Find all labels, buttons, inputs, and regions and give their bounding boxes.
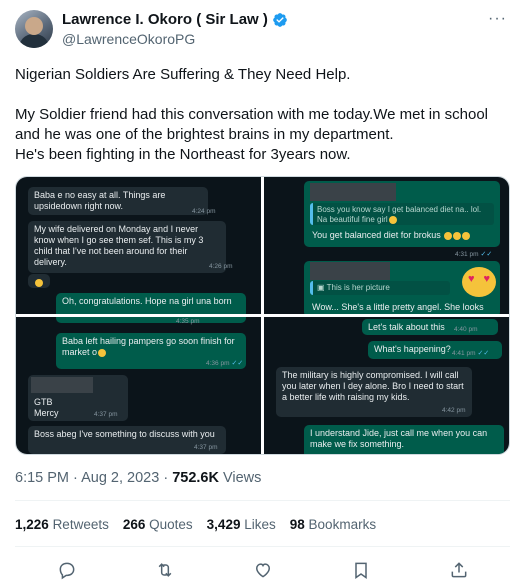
- chat-message-text: Oh, congratulations. Hope na girl una bo…: [62, 296, 232, 306]
- chat-message-text: Let's talk about this: [368, 322, 445, 332]
- tweet-line-3: He's been fighting in the Northeast for …: [15, 146, 351, 163]
- divider: [15, 500, 510, 501]
- author-handle[interactable]: @LawrenceOkoroPG: [62, 31, 195, 47]
- chat-message-text: My wife delivered on Monday and I never …: [34, 224, 204, 267]
- retweets-stat[interactable]: 1,226 Retweets: [15, 517, 109, 532]
- tweet-actions: [15, 558, 510, 582]
- chat-time: 4:24 pm: [192, 208, 216, 215]
- chat-time: 4:40 pm: [454, 326, 478, 333]
- heart-eyes-emoji-icon: [462, 267, 496, 297]
- quotes-label: Quotes: [149, 517, 193, 532]
- chat-message-outgoing: Oh, congratulations. Hope na girl una bo…: [56, 293, 246, 314]
- bookmark-icon[interactable]: [349, 558, 373, 582]
- chat-screenshot-3[interactable]: 4:35 pm Baba left hailing pampers go soo…: [16, 317, 261, 454]
- quotes-count: 266: [122, 517, 146, 532]
- chat-time: 4:41 pm ✓✓: [452, 349, 489, 357]
- verified-badge-icon: [273, 12, 287, 27]
- chat-message-text: Baba e no easy at all. Things are upside…: [34, 190, 166, 211]
- chat-time-text: 4:31 pm: [455, 251, 479, 258]
- tweet-timestamp: 6:15 PM · Aug 2, 2023 · 752.6K Views: [15, 470, 261, 486]
- chat-message-text: You get balanced diet for brokus: [312, 230, 441, 240]
- chat-message: Baba e no easy at all. Things are upside…: [28, 187, 208, 215]
- chat-time-text: 4:36 pm: [206, 360, 230, 367]
- chat-message-outgoing: [56, 317, 246, 323]
- chat-message-text: The military is highly compromised. I wi…: [282, 370, 464, 402]
- redacted-name: [310, 183, 396, 201]
- read-ticks-icon: ✓✓: [480, 251, 493, 258]
- quoted-message: Boss you know say I get balanced diet na…: [310, 203, 494, 225]
- redacted-name: [310, 262, 390, 280]
- retweet-icon[interactable]: [153, 558, 177, 582]
- chat-message-text: Wow... She's a little pretty angel. She …: [312, 302, 484, 312]
- chat-time: 4:37 pm: [194, 444, 218, 451]
- emoji-icon: [35, 278, 43, 287]
- chat-message: My wife delivered on Monday and I never …: [28, 221, 226, 273]
- retweets-label: Retweets: [52, 517, 109, 532]
- chat-message-text-row: You get balanced diet for brokus: [312, 230, 471, 240]
- quoted-text: This is her picture: [326, 283, 390, 292]
- emoji-icon: [444, 231, 453, 240]
- tweet-datetime[interactable]: 6:15 PM · Aug 2, 2023 ·: [15, 470, 172, 486]
- bookmarks-count: 98: [289, 517, 305, 532]
- chat-message-text: I understand Jide, just call me when you…: [310, 428, 488, 449]
- likes-stat[interactable]: 3,429 Likes: [207, 517, 276, 532]
- emoji-icon: [98, 348, 107, 357]
- more-horizontal-icon[interactable]: ···: [488, 10, 507, 28]
- account-name: Mercy: [34, 408, 59, 418]
- reply-icon[interactable]: [55, 558, 79, 582]
- retweets-count: 1,226: [15, 517, 49, 532]
- image-icon: ▣: [317, 283, 327, 292]
- chat-message-text: Baba left hailing pampers go soon finish…: [62, 336, 235, 357]
- chat-time: 4:37 pm: [94, 411, 118, 418]
- author-name-row: Lawrence I. Okoro ( Sir Law ): [62, 11, 288, 28]
- chat-screenshot-2[interactable]: Boss you know say I get balanced diet na…: [264, 177, 509, 314]
- chat-time: 4:35 pm: [176, 318, 200, 325]
- chat-time: 4:36 pm ✓✓: [206, 359, 243, 367]
- tweet-header: Lawrence I. Okoro ( Sir Law ) @LawrenceO…: [15, 10, 510, 50]
- chat-message-outgoing: Let's talk about this: [362, 319, 498, 335]
- likes-count: 3,429: [206, 517, 241, 532]
- redacted-account-number: [31, 377, 93, 393]
- views-count: 752.6K: [172, 470, 219, 486]
- tweet-line-2: My Soldier friend had this conversation …: [15, 106, 488, 143]
- bookmarks-label: Bookmarks: [308, 517, 377, 532]
- account-details: GTB Mercy: [34, 397, 59, 419]
- emoji-icon: [388, 215, 397, 224]
- chat-screenshot-4[interactable]: Let's talk about this 4:40 pm What's hap…: [264, 317, 509, 454]
- engagement-stats: 1,226 Retweets 266 Quotes 3,429 Likes 98…: [15, 517, 376, 532]
- chat-time: 4:31 pm ✓✓: [455, 250, 492, 258]
- author-name[interactable]: Lawrence I. Okoro ( Sir Law ): [62, 11, 268, 28]
- chat-time: 4:42 pm: [442, 407, 466, 414]
- avatar[interactable]: [15, 10, 53, 48]
- chat-message-emoji: [28, 274, 50, 288]
- share-icon[interactable]: [447, 558, 471, 582]
- chat-message-outgoing: I understand Jide, just call me when you…: [304, 425, 504, 454]
- emoji-icon: [453, 231, 462, 240]
- emoji-icon: [462, 231, 471, 240]
- like-icon[interactable]: [251, 558, 275, 582]
- divider: [15, 546, 510, 547]
- tweet-spacer: [15, 85, 510, 105]
- quoted-text: Boss you know say I get balanced diet na…: [317, 205, 482, 224]
- quoted-message: ▣ This is her picture: [310, 281, 450, 295]
- chat-time: 4:26 pm: [209, 263, 233, 270]
- tweet-line-1: Nigerian Soldiers Are Suffering & They N…: [15, 66, 351, 83]
- views-label: Views: [218, 470, 262, 486]
- likes-label: Likes: [244, 517, 276, 532]
- bookmarks-stat[interactable]: 98 Bookmarks: [290, 517, 376, 532]
- chat-screenshot-1[interactable]: Baba e no easy at all. Things are upside…: [16, 177, 261, 314]
- chat-time-text: 4:41 pm: [452, 350, 476, 357]
- chat-message-text: Boss abeg I've something to discuss with…: [34, 429, 215, 439]
- tweet-text: Nigerian Soldiers Are Suffering & They N…: [15, 65, 510, 165]
- read-ticks-icon: ✓✓: [231, 360, 244, 367]
- tweet-media[interactable]: Baba e no easy at all. Things are upside…: [15, 176, 510, 455]
- bank-name: GTB: [34, 397, 53, 407]
- chat-message-text: What's happening?: [374, 344, 451, 354]
- quotes-stat[interactable]: 266 Quotes: [123, 517, 193, 532]
- read-ticks-icon: ✓✓: [477, 350, 490, 357]
